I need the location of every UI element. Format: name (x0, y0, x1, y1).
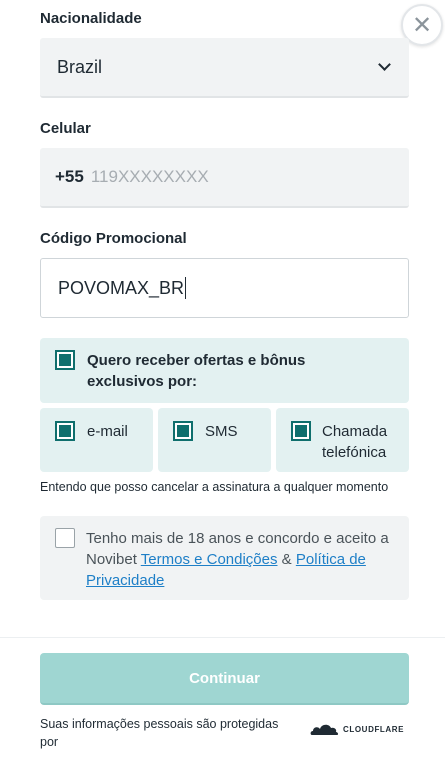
phone-label: Celular (40, 120, 91, 137)
nationality-select[interactable]: Brazil (40, 38, 409, 98)
terms-box: Tenho mais de 18 anos e concordo e aceit… (40, 516, 409, 600)
sms-checkbox[interactable] (173, 421, 193, 441)
phone-call-label: Chamada telefónica (322, 423, 388, 461)
continue-label: Continuar (189, 669, 260, 687)
terms-text: Tenho mais de 18 anos e concordo e aceit… (86, 528, 396, 591)
offers-checkbox[interactable] (55, 350, 75, 370)
phone-field[interactable]: +55 119XXXXXXXX (40, 148, 409, 208)
email-label: e-mail (87, 423, 128, 440)
offers-title: Quero receber ofertas e bônus exclusivos… (87, 352, 306, 390)
email-checkbox[interactable] (55, 421, 75, 441)
cloud-icon (310, 724, 339, 735)
terms-checkbox[interactable] (55, 528, 75, 548)
terms-link[interactable]: Termos e Condições (141, 551, 278, 568)
promo-value: POVOMAX_BR (58, 277, 185, 298)
chevron-down-icon (378, 58, 391, 71)
promo-label: Código Promocional (40, 230, 187, 247)
nationality-value: Brazil (57, 56, 103, 77)
cloudflare-wordmark: CLOUDFLARE (343, 724, 405, 734)
divider (0, 637, 445, 638)
terms-text-between: & (277, 551, 296, 568)
cloudflare-logo: CLOUDFLARE (310, 722, 404, 736)
phone-call-checkbox[interactable] (291, 421, 311, 441)
nationality-label: Nacionalidade (40, 10, 142, 27)
sms-label: SMS (205, 423, 238, 440)
unsubscribe-note: Entendo que posso cancelar a assinatura … (40, 480, 389, 494)
phone-prefix: +55 (55, 167, 84, 186)
security-note: Suas informações pessoais são protegidas… (40, 717, 279, 749)
phone-placeholder: 119XXXXXXXX (90, 167, 209, 186)
continue-button[interactable]: Continuar (40, 653, 409, 705)
close-icon: ✕ (411, 11, 433, 39)
promo-code-input[interactable]: POVOMAX_BR (40, 258, 409, 318)
text-cursor (185, 277, 187, 299)
